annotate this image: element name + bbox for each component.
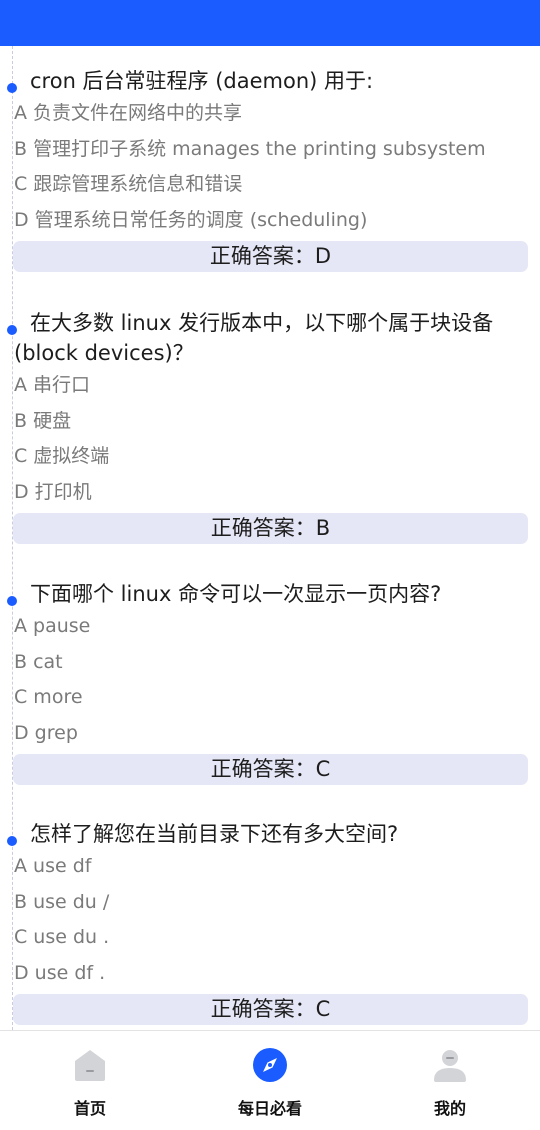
option-a[interactable]: A pause xyxy=(0,609,540,645)
nav-label: 我的 xyxy=(433,1099,466,1118)
question-card: 怎样了解您在当前目录下还有多大空间? A use df B use du / C… xyxy=(0,819,540,1025)
option-b[interactable]: B 管理打印子系统 manages the printing subsystem xyxy=(0,132,540,168)
user-icon xyxy=(434,1050,466,1082)
question-title-text: cron 后台常驻程序 (daemon) 用于: xyxy=(30,69,374,93)
nav-item-home[interactable]: 首页 xyxy=(0,1031,180,1130)
question-title-text: 下面哪个 linux 命令可以一次显示一页内容? xyxy=(30,582,442,606)
question-title: 在大多数 linux 发行版本中，以下哪个属于块设备 (block device… xyxy=(0,308,540,368)
correct-answer-bar: 正确答案：C xyxy=(13,754,528,785)
top-app-bar xyxy=(0,0,540,46)
question-bullet-icon xyxy=(7,83,17,93)
question-title-text: 在大多数 linux 发行版本中，以下哪个属于块设备 (block device… xyxy=(14,311,494,365)
nav-label: 每日必看 xyxy=(237,1099,302,1118)
compass-icon xyxy=(253,1048,287,1082)
question-bullet-icon xyxy=(7,596,17,606)
correct-answer-bar: 正确答案：C xyxy=(13,994,528,1025)
question-card: 下面哪个 linux 命令可以一次显示一页内容? A pause B cat C… xyxy=(0,579,540,785)
option-c[interactable]: C more xyxy=(0,680,540,716)
option-b[interactable]: B 硬盘 xyxy=(0,404,540,440)
question-card: 在大多数 linux 发行版本中，以下哪个属于块设备 (block device… xyxy=(0,308,540,544)
question-title: 下面哪个 linux 命令可以一次显示一页内容? xyxy=(0,579,540,609)
option-a[interactable]: A 串行口 xyxy=(0,368,540,404)
question-bullet-icon xyxy=(7,836,17,846)
correct-answer-bar: 正确答案：D xyxy=(13,241,528,272)
question-title: cron 后台常驻程序 (daemon) 用于: xyxy=(0,66,540,96)
option-c[interactable]: C 跟踪管理系统信息和错误 xyxy=(0,167,540,203)
option-b[interactable]: B use du / xyxy=(0,885,540,921)
nav-item-daily[interactable]: 每日必看 xyxy=(180,1031,360,1130)
nav-label: 首页 xyxy=(73,1099,106,1118)
option-d[interactable]: D grep xyxy=(0,716,540,752)
home-icon xyxy=(75,1050,105,1081)
option-c[interactable]: C use du . xyxy=(0,920,540,956)
question-card: cron 后台常驻程序 (daemon) 用于: A 负责文件在网络中的共享 B… xyxy=(0,66,540,272)
correct-answer-bar: 正确答案：B xyxy=(13,513,528,544)
bottom-nav: 首页 每日必看 我的 xyxy=(0,1030,540,1130)
option-b[interactable]: B cat xyxy=(0,645,540,681)
question-bullet-icon xyxy=(7,325,17,335)
nav-item-mine[interactable]: 我的 xyxy=(360,1031,540,1130)
option-a[interactable]: A use df xyxy=(0,849,540,885)
question-list[interactable]: cron 后台常驻程序 (daemon) 用于: A 负责文件在网络中的共享 B… xyxy=(0,46,540,1030)
option-a[interactable]: A 负责文件在网络中的共享 xyxy=(0,96,540,132)
option-d[interactable]: D use df . xyxy=(0,956,540,992)
option-d[interactable]: D 打印机 xyxy=(0,475,540,511)
question-title-text: 怎样了解您在当前目录下还有多大空间? xyxy=(30,822,399,846)
question-title: 怎样了解您在当前目录下还有多大空间? xyxy=(0,819,540,849)
option-d[interactable]: D 管理系统日常任务的调度 (scheduling) xyxy=(0,203,540,239)
option-c[interactable]: C 虚拟终端 xyxy=(0,439,540,475)
